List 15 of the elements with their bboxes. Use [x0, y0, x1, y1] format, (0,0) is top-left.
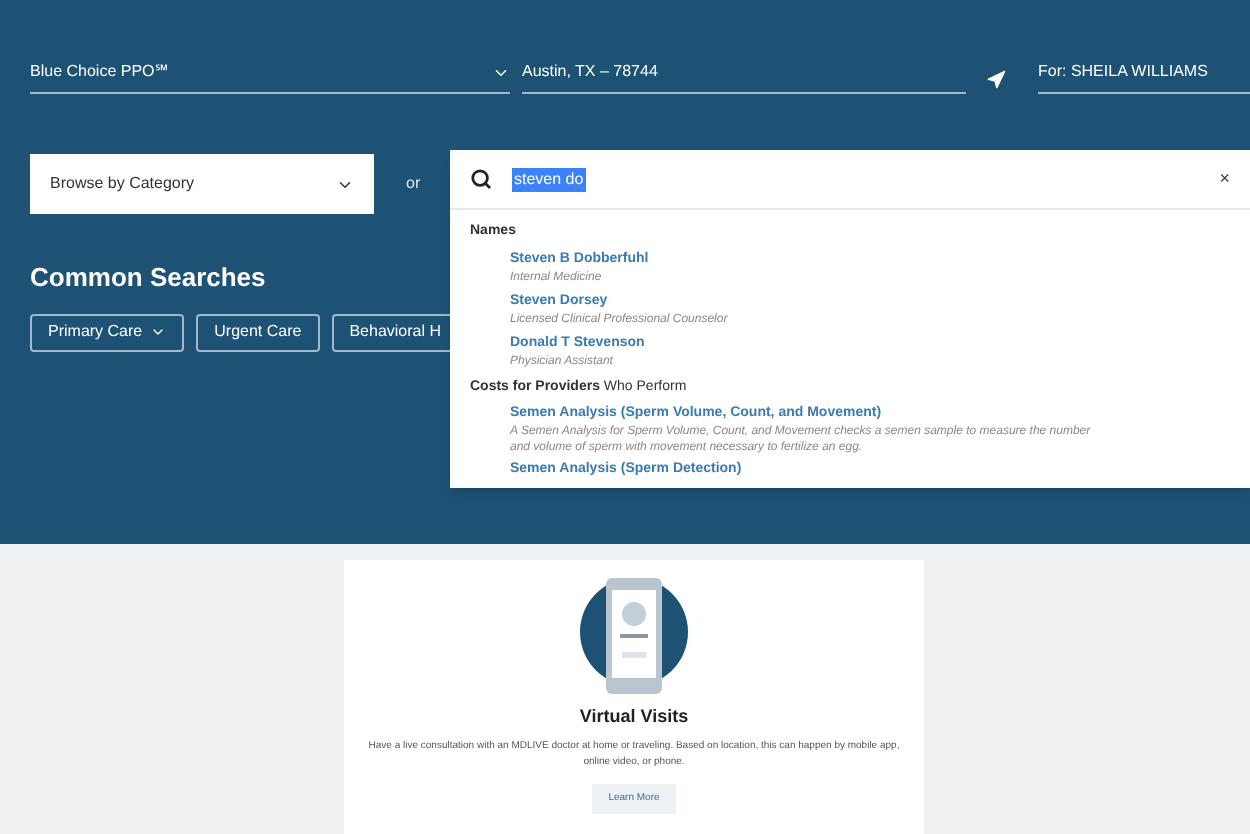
search-chip[interactable]: Primary Care: [30, 313, 185, 351]
member-field[interactable]: For: SHEILA WILLIAMS: [1038, 60, 1250, 94]
search-icon: [470, 168, 492, 190]
chevron-down-icon: [150, 324, 167, 340]
clear-icon[interactable]: ×: [1219, 165, 1230, 193]
common-searches-title: Common Searches: [30, 260, 266, 296]
plan-select[interactable]: Blue Choice PPO℠: [30, 60, 510, 94]
location-field[interactable]: Austin, TX – 78744: [522, 60, 966, 94]
location-arrow-icon[interactable]: [986, 70, 1006, 90]
category-select[interactable]: Browse by Category: [30, 154, 374, 214]
card-title: Virtual Visits: [579, 704, 689, 730]
phone-illustration-icon: [574, 576, 694, 700]
search-field[interactable]: steven do ×: [450, 150, 1250, 210]
or-label: or: [406, 172, 423, 196]
search-chip[interactable]: Urgent Care: [196, 313, 320, 351]
